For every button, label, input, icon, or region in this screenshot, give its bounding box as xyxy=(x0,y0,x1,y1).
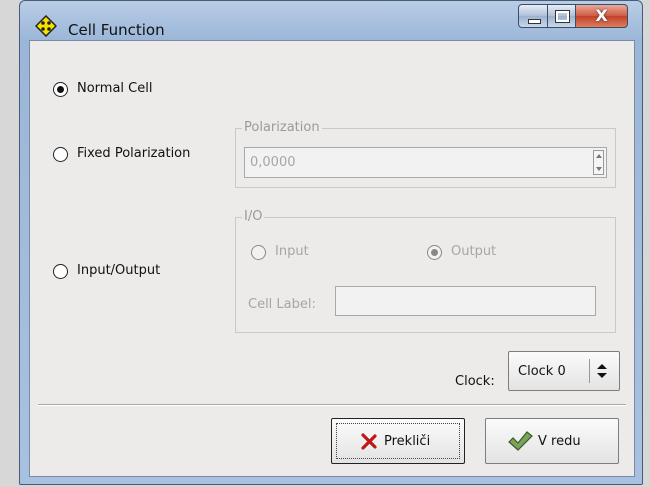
input-output-label[interactable]: Input/Output xyxy=(77,263,160,278)
io-input-label: Input xyxy=(275,244,309,259)
normal-cell-radio[interactable] xyxy=(53,82,68,97)
cancel-button[interactable]: Prekliči xyxy=(331,418,465,464)
button-separator xyxy=(38,404,626,406)
title-bar[interactable]: Cell Function X xyxy=(20,1,642,39)
polarization-value: 0,0000 xyxy=(250,155,296,170)
clock-value: Clock 0 xyxy=(518,364,566,379)
ok-label: V redu xyxy=(538,434,581,449)
io-output-label: Output xyxy=(451,244,497,259)
io-input-radio xyxy=(251,245,266,260)
app-icon xyxy=(35,15,57,37)
dialog-body: Normal Cell Fixed Polarization Polarizat… xyxy=(29,40,635,477)
polarization-spinbox: 0,0000 xyxy=(244,147,607,178)
minimize-icon[interactable] xyxy=(518,4,548,28)
io-group-title: I/O xyxy=(242,209,265,224)
cancel-label: Prekliči xyxy=(384,434,431,449)
clock-caption: Clock: xyxy=(455,374,495,389)
chevron-updown-icon xyxy=(597,364,607,378)
window-title: Cell Function xyxy=(68,21,165,39)
ok-check-icon xyxy=(508,431,533,451)
fixed-polarization-label[interactable]: Fixed Polarization xyxy=(77,146,190,161)
ok-button[interactable]: V redu xyxy=(485,418,619,464)
cancel-x-icon xyxy=(361,433,377,450)
clock-selector[interactable]: Clock 0 xyxy=(508,351,620,391)
dialog-window: Cell Function X Normal Cell Fixed Polari… xyxy=(19,0,643,485)
fixed-polarization-radio[interactable] xyxy=(53,147,68,162)
polarization-spin-arrows-icon xyxy=(593,150,604,175)
io-output-radio xyxy=(427,245,442,260)
maximize-icon[interactable] xyxy=(548,4,576,28)
normal-cell-label[interactable]: Normal Cell xyxy=(77,81,152,96)
close-icon[interactable]: X xyxy=(576,4,628,28)
polarization-group-title: Polarization xyxy=(242,120,322,135)
cell-label-field xyxy=(335,286,596,316)
input-output-radio[interactable] xyxy=(53,264,68,279)
cell-label-caption: Cell Label: xyxy=(248,297,316,312)
